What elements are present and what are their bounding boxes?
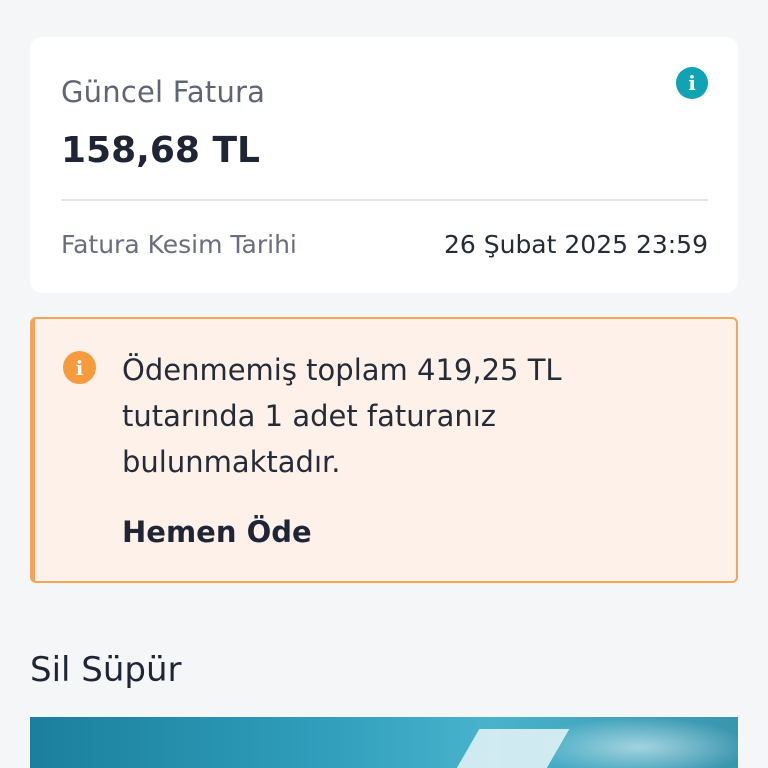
unpaid-invoice-warning: i Ödenmemiş toplam 419,25 TL tutarında 1… — [30, 317, 738, 583]
invoice-amount: 158,68 TL — [61, 130, 260, 171]
warning-info-icon: i — [63, 351, 96, 384]
info-icon[interactable]: i — [676, 67, 708, 99]
divider — [61, 199, 708, 201]
warning-message: Ödenmemiş toplam 419,25 TL tutarında 1 a… — [122, 353, 562, 479]
pay-now-link[interactable]: Hemen Öde — [122, 515, 312, 549]
cut-date-value: 26 Şubat 2025 23:59 — [443, 230, 708, 259]
invoice-title: Güncel Fatura — [61, 75, 266, 109]
current-invoice-card: Güncel Fatura 158,68 TL i Fatura Kesim T… — [30, 37, 738, 293]
cut-date-label: Fatura Kesim Tarihi — [61, 230, 297, 259]
promo-banner[interactable] — [30, 717, 738, 768]
section-title: Sil Süpür — [30, 650, 182, 690]
page: Güncel Fatura 158,68 TL i Fatura Kesim T… — [0, 0, 768, 768]
